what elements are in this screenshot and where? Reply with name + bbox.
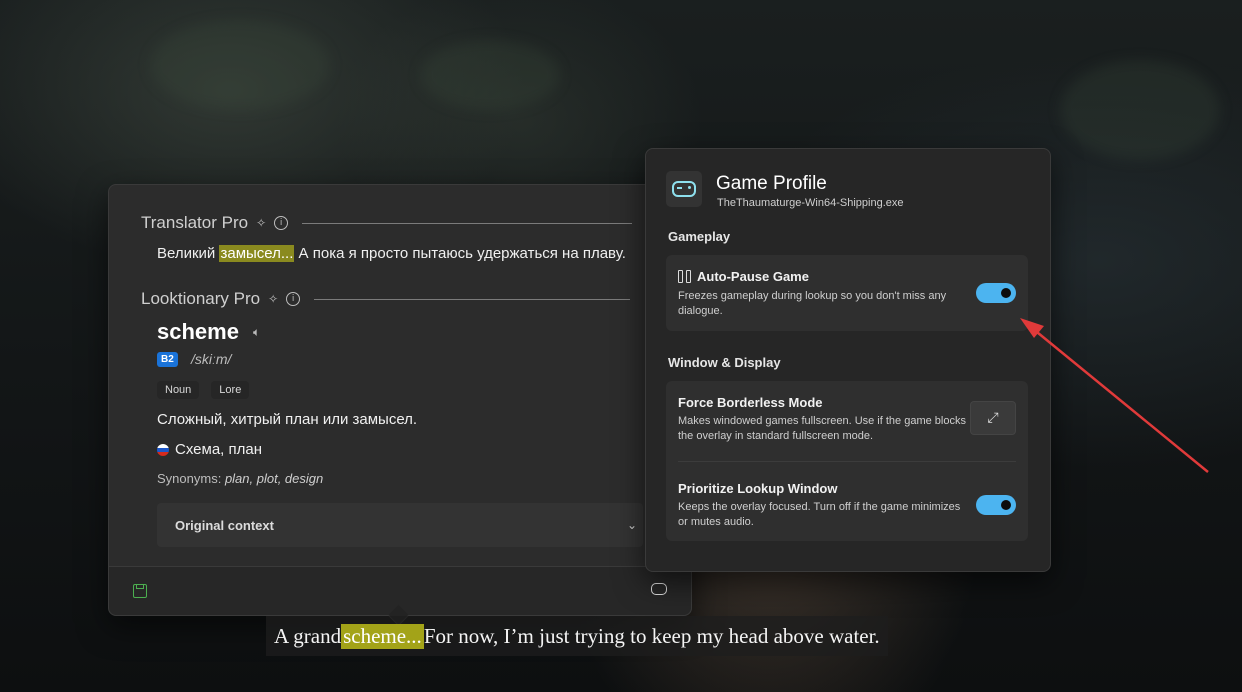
pause-icon [678, 270, 691, 283]
section-divider [314, 298, 631, 300]
gameplay-group-label: Gameplay [668, 229, 731, 244]
borderless-expand-button[interactable]: ⤢ [970, 401, 1016, 435]
game-profile-panel: Game Profile TheThaumaturge-Win64-Shippi… [645, 148, 1051, 572]
subtitle-part: A grand [274, 623, 342, 648]
looktionary-title: Looktionary Pro [141, 289, 261, 308]
translation-text: Великий замысел... А пока я просто пытаю… [157, 245, 626, 262]
auto-pause-description: Freezes gameplay during lookup so you do… [678, 290, 947, 317]
original-context-expander[interactable]: Original context ⌄ [157, 503, 643, 547]
background-foliage [420, 40, 560, 110]
window-group-label: Window & Display [668, 355, 781, 370]
prioritize-name: Prioritize Lookup Window [678, 481, 838, 496]
toggle-knob [1001, 500, 1011, 510]
subtitle-part: For now, I’m just trying to keep my head… [423, 623, 880, 648]
setting-borderless: Force Borderless Mode Makes windowed gam… [666, 381, 1028, 461]
definition-text: Сложный, хитрый план или замысел. [157, 411, 418, 428]
lookup-card: Translator Pro ✧ i Великий замысел... А … [108, 184, 692, 627]
expand-icon: ⤢ [987, 410, 999, 426]
section-divider [302, 222, 633, 224]
tag-list: Noun Lore [157, 381, 250, 399]
background-foliage [150, 20, 330, 110]
headword: scheme [157, 319, 239, 344]
background-foliage [1060, 60, 1220, 160]
borderless-description: Makes windowed games fullscreen. Use if … [678, 415, 966, 442]
level-badge: B2 [157, 352, 178, 367]
sparkle-icon[interactable]: ✧ [256, 216, 266, 230]
translation-part: А пока я просто пытаюсь удержаться на пл… [294, 245, 626, 262]
prioritize-toggle[interactable] [976, 495, 1016, 515]
sparkle-icon[interactable]: ✧ [268, 292, 278, 306]
tag-noun: Noun [157, 381, 200, 399]
info-icon[interactable]: i [274, 216, 289, 230]
synonyms-line: Synonyms: plan, plot, design [157, 471, 323, 486]
borderless-name: Force Borderless Mode [678, 395, 823, 410]
profile-icon-box [666, 171, 702, 207]
gamepad-icon [672, 181, 696, 197]
translator-title: Translator Pro [141, 213, 249, 232]
translation-part: Великий [157, 245, 220, 262]
subtitle-highlight[interactable]: scheme... [341, 623, 424, 649]
setting-auto-pause: Auto-Pause Game Freezes gameplay during … [666, 255, 1028, 331]
looktionary-header: Looktionary Pro ✧ i [141, 289, 631, 309]
auto-pause-name: Auto-Pause Game [678, 269, 809, 284]
window-settings-card: Force Borderless Mode Makes windowed gam… [666, 381, 1028, 541]
auto-pause-toggle[interactable] [976, 283, 1016, 303]
chevron-down-icon: ⌄ [626, 518, 637, 532]
synonyms-list: plan, plot, design [224, 471, 324, 486]
speaker-icon[interactable]: 🔈︎ [253, 325, 260, 340]
word-translation: Схема, план [175, 441, 262, 458]
setting-prioritize: Prioritize Lookup Window Keeps the overl… [666, 461, 1028, 541]
auto-pause-label: Auto-Pause Game [697, 269, 809, 284]
original-context-label: Original context [175, 517, 274, 533]
pronunciation: /skiːm/ [191, 351, 232, 367]
synonyms-label: Synonyms: [157, 471, 222, 486]
gamepad-icon[interactable] [651, 583, 667, 595]
translation-highlight: замысел... [219, 245, 295, 262]
toggle-knob [1001, 288, 1011, 298]
panel-title: Game Profile [716, 173, 827, 194]
tag-lore: Lore [211, 381, 250, 399]
game-subtitle: A grand scheme... For now, I’m just tryi… [266, 616, 888, 656]
info-icon[interactable]: i [286, 292, 301, 306]
russian-flag-icon [157, 443, 169, 456]
translation-line: Схема, план [157, 441, 262, 458]
game-executable: TheThaumaturge-Win64-Shipping.exe [717, 197, 904, 209]
gameplay-settings-card: Auto-Pause Game Freezes gameplay during … [666, 255, 1028, 331]
prioritize-description: Keeps the overlay focused. Turn off if t… [678, 501, 961, 528]
save-icon[interactable] [133, 584, 147, 598]
translator-header: Translator Pro ✧ i [141, 213, 633, 233]
